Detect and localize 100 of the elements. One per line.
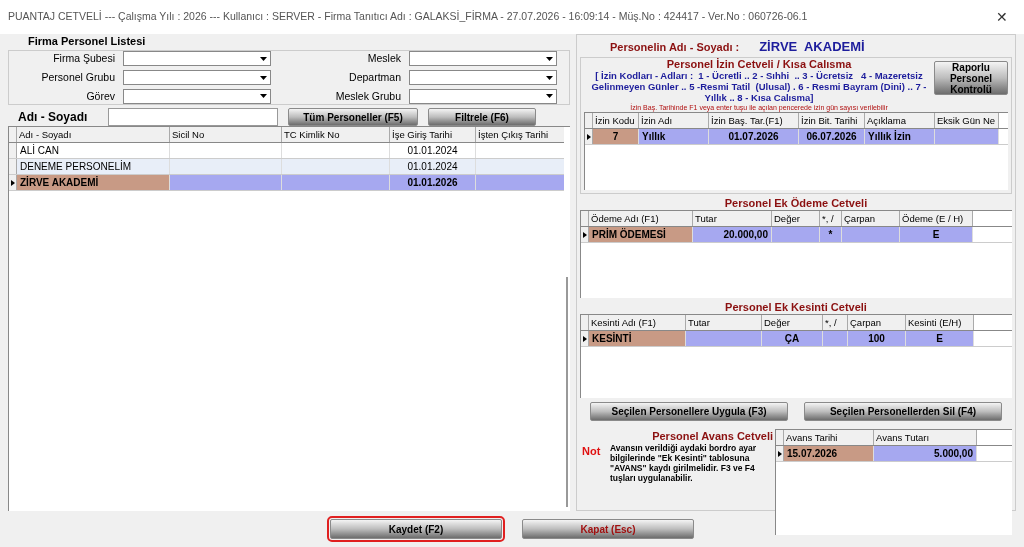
note-label: Not: [581, 444, 602, 459]
column-header: Kesinti (E/H): [906, 315, 974, 330]
table-cell: [935, 129, 999, 144]
column-header: İşe Giriş Tarihi: [390, 127, 476, 143]
row-header-cell[interactable]: [585, 129, 593, 144]
caret-icon: [260, 75, 267, 80]
row-header-cell[interactable]: [581, 331, 589, 346]
table-cell: KESİNTİ: [589, 331, 686, 346]
row-pointer-icon: [586, 133, 591, 140]
column-header: Avans Tarihi: [784, 430, 874, 445]
column-header: İzin Kodu: [593, 113, 639, 128]
table-cell: 01.01.2026: [390, 175, 476, 191]
person-name: ZİRVE AKADEMİ: [759, 38, 865, 57]
section-title: Personel Ek Ödeme Cetveli: [723, 196, 869, 210]
sick-leave-check-button[interactable]: Raporlu Personel Kontrolü: [934, 61, 1008, 95]
dropdown-field[interactable]: [123, 51, 271, 67]
column-header: Çarpan: [848, 315, 906, 330]
close-button[interactable]: ✕: [988, 6, 1016, 28]
leave-codes-text: [ İzin Kodları - Adları : 1 - Ücretli .. 2 - Sıhhi .. 3 - Ücretsiz 4 - Mazeretsiz Gelinmeyen Günler .. 5 -Resmi Tatil (Ulusal) . 6 - Resmi Bayram (Dini) .. 7 - Yıllık .. 8 - Kısa Calısma]: [590, 70, 928, 103]
field-label: Adı - Soyadı: [17, 109, 89, 127]
caret-icon: [546, 94, 553, 99]
all-personnel-button[interactable]: Tüm Personeller (F5): [288, 108, 418, 127]
table-cell: 7: [593, 129, 639, 144]
remove-button[interactable]: Seçilen Personellerden Sil (F4): [804, 402, 1002, 421]
table-cell: 15.07.2026: [784, 446, 874, 461]
field-label: Meslek Grubu: [334, 88, 401, 104]
section-title: Personel Ek Kesinti Cetveli: [724, 300, 868, 314]
table-cell: [842, 227, 900, 242]
caret-icon: [260, 94, 267, 99]
caret-icon: [546, 56, 553, 61]
save-button[interactable]: Kaydet (F2): [330, 519, 502, 539]
column-header: *, /: [823, 315, 848, 330]
table-cell: *: [820, 227, 842, 242]
row-header-cell[interactable]: [776, 446, 784, 461]
table-cell: E: [900, 227, 973, 242]
column-header: TC Kimlik No: [282, 127, 390, 143]
column-header: Değer: [772, 211, 820, 226]
table-cell: 5.000,00: [874, 446, 977, 461]
note-text: Avansın verildiği aydaki bordro ayar bilgilerinde "Ek Kesinti" tablosuna "AVANS" kaydı girilmelidir. F3 ve F4 tuşları uygulanabilir.: [610, 443, 758, 483]
column-header: İzin Bit. Tarihi: [799, 113, 865, 128]
table-cell: 01.07.2026: [709, 129, 799, 144]
column-header: İzin Adı: [639, 113, 709, 128]
column-header: Açıklama: [865, 113, 935, 128]
dropdown-field[interactable]: [409, 51, 557, 67]
column-header: Kesinti Adı (F1): [589, 315, 686, 330]
row-pointer-icon: [10, 179, 15, 186]
table-cell: Yıllık: [639, 129, 709, 144]
dropdown-field[interactable]: [409, 70, 557, 86]
column-header: Eksik Gün Ne: [935, 113, 999, 128]
table-cell: 20.000,00: [693, 227, 772, 242]
row-header-cell[interactable]: [9, 143, 17, 159]
name-search-field[interactable]: [108, 108, 278, 127]
row-pointer-icon: [777, 450, 782, 457]
field-label: Görev: [85, 88, 115, 104]
row-pointer-icon: [582, 335, 587, 342]
group-title: Firma Personel Listesi: [27, 34, 147, 48]
table-cell: PRİM ÖDEMESİ: [589, 227, 693, 242]
column-header: Sicil No: [170, 127, 282, 143]
column-header: İzin Baş. Tar.(F1): [709, 113, 799, 128]
row-header-cell[interactable]: [9, 175, 17, 191]
caret-icon: [260, 56, 267, 61]
table-cell: 01.01.2024: [390, 159, 476, 175]
table-cell: ZİRVE AKADEMİ: [17, 175, 170, 191]
caret-icon: [546, 75, 553, 80]
field-label: Personel Grubu: [40, 69, 115, 85]
table-cell: 100: [848, 331, 906, 346]
section-title: Personel İzin Cetveli / Kısa Calısma: [666, 58, 852, 70]
scrollbar[interactable]: [564, 126, 570, 512]
table-cell: E: [906, 331, 974, 346]
person-label: Personelin Adı - Soyadı :: [610, 39, 740, 55]
window-title: PUANTAJ CETVELİ --- Çalışma Yılı : 2026 --- Kullanıcı : SERVER - Firma Tanıtıcı Adı : GALAKSİ_FİRMA - 27.07.2026 - 16:09:14 - Müş.No : 424417 - Ver.No : 060726-06.1: [8, 9, 808, 25]
column-header: Adı - Soyadı: [17, 127, 170, 143]
table-cell: 06.07.2026: [799, 129, 865, 144]
field-label: Departman: [348, 69, 401, 85]
table-cell: [772, 227, 820, 242]
dropdown-field[interactable]: [123, 88, 271, 104]
column-header: Değer: [762, 315, 823, 330]
column-header: İşten Çıkış Tarihi: [476, 127, 564, 143]
table-cell: [823, 331, 848, 346]
column-header: Avans Tutarı: [874, 430, 977, 445]
column-header: Ödeme (E / H): [900, 211, 973, 226]
dropdown-field[interactable]: [123, 70, 271, 86]
table-cell: Yıllık İzin: [865, 129, 935, 144]
column-header: *, /: [820, 211, 842, 226]
table-cell: ALİ CAN: [17, 143, 170, 159]
field-label: Meslek: [366, 51, 401, 66]
row-header-cell[interactable]: [581, 227, 589, 242]
table-cell: 01.01.2024: [390, 143, 476, 159]
field-label: Firma Şubesi: [52, 51, 115, 66]
apply-button[interactable]: Seçilen Personellere Uygula (F3): [590, 402, 788, 421]
row-pointer-icon: [582, 231, 587, 238]
close-button[interactable]: Kapat (Esc): [522, 519, 694, 539]
table-cell: ÇA: [762, 331, 823, 346]
row-header-cell[interactable]: [9, 159, 17, 175]
column-header: Tutar: [686, 315, 762, 330]
table-cell: DENEME PERSONELİM: [17, 159, 170, 175]
filter-button[interactable]: Filtrele (F6): [428, 108, 536, 127]
dropdown-field[interactable]: [409, 88, 557, 104]
section-title: Personel Avans Cetveli: [651, 429, 774, 443]
column-header: Ödeme Adı (F1): [589, 211, 693, 226]
